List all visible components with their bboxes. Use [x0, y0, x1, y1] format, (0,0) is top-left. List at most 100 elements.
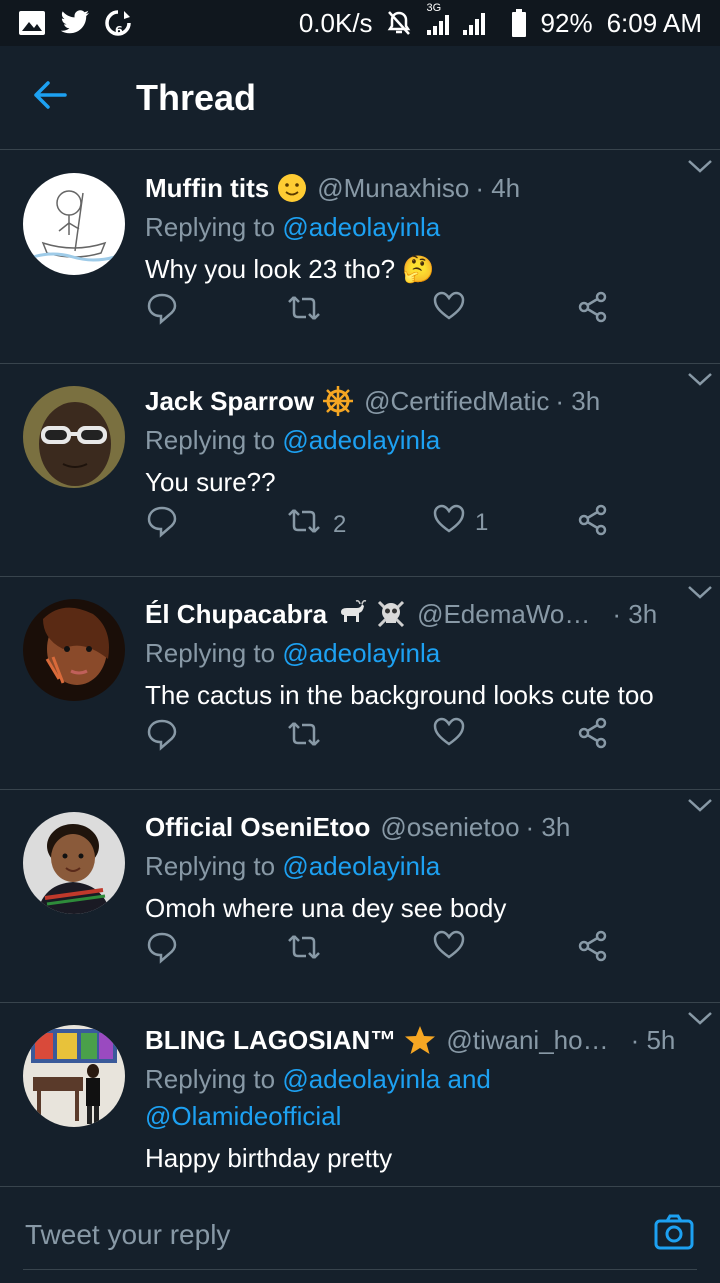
mention-link[interactable]: @adeolayinla and — [282, 1064, 491, 1094]
tweet-actions: 2 1 — [145, 504, 615, 554]
reply-button[interactable] — [145, 717, 179, 758]
tweet[interactable]: BLING LAGOSIAN™ @tiwani_ho… · 5h Replyin… — [0, 1003, 720, 1185]
replying-to: Replying to @adeolayinla — [145, 635, 700, 672]
tweet-actions — [145, 291, 615, 341]
chevron-down-icon[interactable] — [686, 796, 714, 819]
retweet-icon — [285, 504, 323, 545]
avatar[interactable] — [23, 386, 125, 488]
reply-icon — [145, 504, 179, 545]
status-bar-right: 0.0K/s 3G 92% 6:09 AM — [299, 2, 702, 39]
reply-button[interactable] — [145, 930, 179, 971]
share-icon — [577, 930, 609, 969]
avatar[interactable] — [23, 812, 125, 914]
share-icon — [577, 717, 609, 756]
display-name[interactable]: BLING LAGOSIAN™ — [145, 1025, 396, 1056]
slightly-smiling-face-icon — [277, 173, 307, 203]
user-handle[interactable]: @tiwani_ho… — [446, 1025, 608, 1056]
mention-link[interactable]: @adeolayinla — [282, 425, 440, 455]
status-bar: 6 0.0K/s 3G 92% 6:09 AM — [0, 0, 720, 46]
display-name[interactable]: Official OseniEtoo — [145, 812, 370, 843]
display-name[interactable]: Jack Sparrow — [145, 386, 314, 417]
like-button[interactable] — [433, 717, 475, 754]
tweet-header: Jack Sparrow @CertifiedMatic · 3h — [145, 382, 700, 420]
tweet-text: Omoh where una dey see body — [145, 893, 507, 923]
mention-link[interactable]: @adeolayinla — [282, 851, 440, 881]
network-label: 3G — [426, 2, 442, 14]
heart-icon — [433, 291, 465, 328]
tweet-text: The cactus in the background looks cute … — [145, 680, 654, 710]
share-button[interactable] — [577, 504, 609, 543]
back-arrow-icon — [33, 80, 67, 115]
retweet-icon — [285, 717, 323, 758]
like-count: 1 — [475, 508, 489, 536]
heart-icon — [433, 504, 465, 541]
mention-link[interactable]: @adeolayinla — [282, 638, 440, 668]
user-handle[interactable]: @osenietoo — [380, 812, 519, 843]
reply-composer — [0, 1186, 720, 1283]
avatar[interactable] — [23, 599, 125, 701]
svg-text:6: 6 — [115, 24, 123, 37]
retweet-button[interactable] — [285, 930, 333, 971]
retweet-button[interactable] — [285, 291, 333, 332]
app-bar: Thread — [0, 46, 720, 150]
battery-icon — [511, 9, 527, 37]
replying-prefix: Replying to — [145, 212, 283, 242]
chevron-down-icon[interactable] — [686, 1009, 714, 1032]
like-button[interactable] — [433, 291, 475, 328]
replying-prefix: Replying to — [145, 1064, 283, 1094]
tweet[interactable]: Jack Sparrow @CertifiedMatic · 3h Replyi… — [0, 364, 720, 577]
wheel-of-dharma-icon — [322, 385, 354, 417]
camera-icon[interactable] — [654, 1213, 694, 1256]
user-handle[interactable]: @EdemaWo… — [417, 599, 590, 630]
tweet-text: You sure?? — [145, 467, 276, 497]
mention-link[interactable]: @Olamideofficial — [145, 1101, 341, 1131]
user-handle[interactable]: @CertifiedMatic — [364, 386, 549, 417]
thread-list[interactable]: Muffin tits @Munaxhiso · 4h Replying to … — [0, 151, 720, 1185]
chevron-down-icon[interactable] — [686, 157, 714, 180]
twitter-icon — [60, 10, 90, 36]
display-name[interactable]: Muffin tits — [145, 173, 269, 204]
tweet-actions — [145, 717, 615, 767]
tweet-body: Jack Sparrow @CertifiedMatic · 3h Replyi… — [145, 382, 700, 501]
replying-to: Replying to @adeolayinla — [145, 848, 700, 885]
tweet[interactable]: Official OseniEtoo @osenietoo · 3h Reply… — [0, 790, 720, 1003]
share-button[interactable] — [577, 291, 609, 330]
chevron-down-icon[interactable] — [686, 370, 714, 393]
tweet-body: Él Chupacabra @EdemaWo… · 3h Replying to… — [145, 595, 700, 714]
avatar[interactable] — [23, 1025, 125, 1127]
tweet-actions — [145, 930, 615, 980]
mute-icon — [387, 10, 411, 36]
mention-link[interactable]: @adeolayinla — [282, 212, 440, 242]
share-button[interactable] — [577, 717, 609, 756]
retweet-button[interactable] — [285, 717, 333, 758]
share-button[interactable] — [577, 930, 609, 969]
like-button[interactable] — [433, 930, 475, 967]
reply-button[interactable] — [145, 504, 179, 545]
timestamp: · 3h — [525, 811, 571, 842]
display-name[interactable]: Él Chupacabra — [145, 599, 327, 630]
reply-button[interactable] — [145, 291, 179, 332]
replying-to: Replying to @adeolayinla — [145, 422, 700, 459]
replying-to: Replying to @adeolayinla — [145, 209, 700, 246]
retweet-icon — [285, 291, 323, 332]
tweet-text: Happy birthday pretty — [145, 1143, 393, 1173]
user-handle[interactable]: @Munaxhiso — [317, 173, 469, 204]
timestamp: · 3h — [612, 598, 658, 629]
share-icon — [577, 504, 609, 543]
avatar[interactable] — [23, 173, 125, 275]
timestamp: · 5h — [630, 1024, 676, 1055]
composer-underline — [23, 1269, 697, 1270]
reply-icon — [145, 717, 179, 758]
reply-icon — [145, 930, 179, 971]
star-icon — [404, 1024, 436, 1056]
data-saver-icon: 6 — [104, 9, 132, 37]
replying-prefix: Replying to — [145, 851, 283, 881]
tweet-header: BLING LAGOSIAN™ @tiwani_ho… · 5h — [145, 1021, 700, 1059]
chevron-down-icon[interactable] — [686, 583, 714, 606]
tweet[interactable]: Él Chupacabra @EdemaWo… · 3h Replying to… — [0, 577, 720, 790]
like-button[interactable]: 1 — [433, 504, 488, 541]
retweet-button[interactable]: 2 — [285, 504, 346, 545]
back-button[interactable] — [0, 46, 100, 150]
tweet-header: Official OseniEtoo @osenietoo · 3h — [145, 808, 700, 846]
tweet[interactable]: Muffin tits @Munaxhiso · 4h Replying to … — [0, 151, 720, 364]
